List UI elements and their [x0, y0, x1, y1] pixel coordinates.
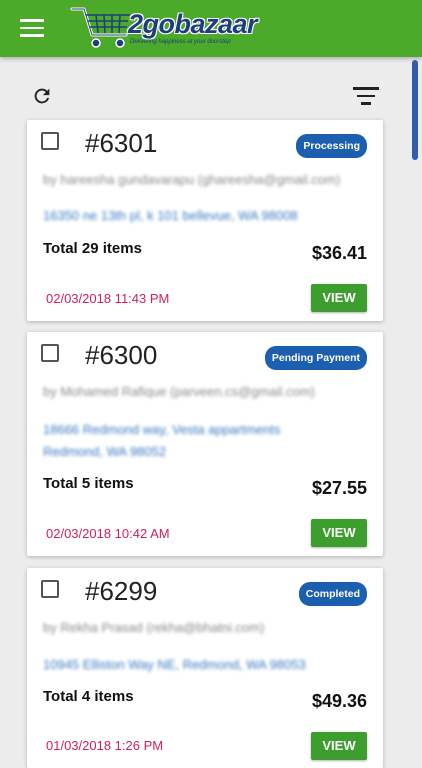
order-date: 01/03/2018 1:26 PM	[46, 738, 164, 753]
order-checkbox[interactable]	[41, 580, 59, 598]
menu-icon[interactable]	[20, 19, 44, 38]
total-items: Total 29 items	[43, 240, 142, 257]
total-items: Total 5 items	[43, 475, 134, 492]
view-button[interactable]: VIEW	[311, 284, 367, 312]
customer-info: by hareesha gundavarapu (ghareesha@gmail…	[43, 172, 341, 187]
order-address[interactable]: 10945 Elliston Way NE, Redmond, WA 98053	[43, 654, 306, 676]
address-line-2: Redmond, WA 98052	[43, 444, 167, 459]
order-date: 02/03/2018 10:42 AM	[46, 526, 170, 541]
logo-text: 2gobazaar	[128, 9, 258, 39]
status-badge: Processing	[296, 134, 367, 158]
filter-icon[interactable]	[353, 87, 379, 107]
order-number: #6301	[85, 128, 158, 158]
app-header: 2gobazaar Delivering happiness at your d…	[0, 0, 422, 57]
order-date: 02/03/2018 11:43 PM	[46, 291, 170, 306]
order-address[interactable]: 18666 Redmond way, Vesta appartments Red…	[43, 419, 281, 463]
cart-logo-icon	[70, 7, 130, 48]
view-button[interactable]: VIEW	[311, 732, 367, 760]
logo-tagline: Delivering happiness at your doorstep	[130, 39, 231, 45]
order-card[interactable]: #6300 Pending Payment by Mohamed Rafique…	[27, 332, 383, 556]
order-checkbox[interactable]	[41, 132, 59, 150]
address-line-1: 10945 Elliston Way NE, Redmond, WA 98053	[43, 657, 306, 672]
order-address[interactable]: 16350 ne 13th pl, k 101 bellevue, WA 980…	[43, 205, 298, 227]
customer-info: by Rekha Prasad (rekha@bhatni.com)	[43, 620, 265, 635]
address-line-1: 16350 ne 13th pl, k 101 bellevue, WA 980…	[43, 208, 298, 223]
view-button[interactable]: VIEW	[311, 519, 367, 547]
list-toolbar	[0, 80, 422, 116]
order-checkbox[interactable]	[41, 344, 59, 362]
order-amount: $27.55	[311, 478, 367, 498]
status-badge: Completed	[298, 582, 367, 606]
customer-info: by Mohamed Rafique (parveen.cs@gmail.com…	[43, 384, 315, 399]
order-amount: $36.41	[311, 243, 367, 263]
status-badge: Pending Payment	[264, 346, 367, 370]
order-card[interactable]: #6299 Completed by Rekha Prasad (rekha@b…	[27, 568, 383, 768]
app-logo: 2gobazaar Delivering happiness at your d…	[70, 3, 258, 53]
refresh-icon[interactable]	[31, 85, 53, 107]
order-card[interactable]: #6301 Processing by hareesha gundavarapu…	[27, 120, 383, 321]
order-number: #6300	[85, 340, 158, 370]
address-line-1: 18666 Redmond way, Vesta appartments	[43, 422, 281, 437]
order-amount: $49.36	[311, 691, 367, 711]
total-items: Total 4 items	[43, 688, 134, 705]
order-number: #6299	[85, 576, 158, 606]
